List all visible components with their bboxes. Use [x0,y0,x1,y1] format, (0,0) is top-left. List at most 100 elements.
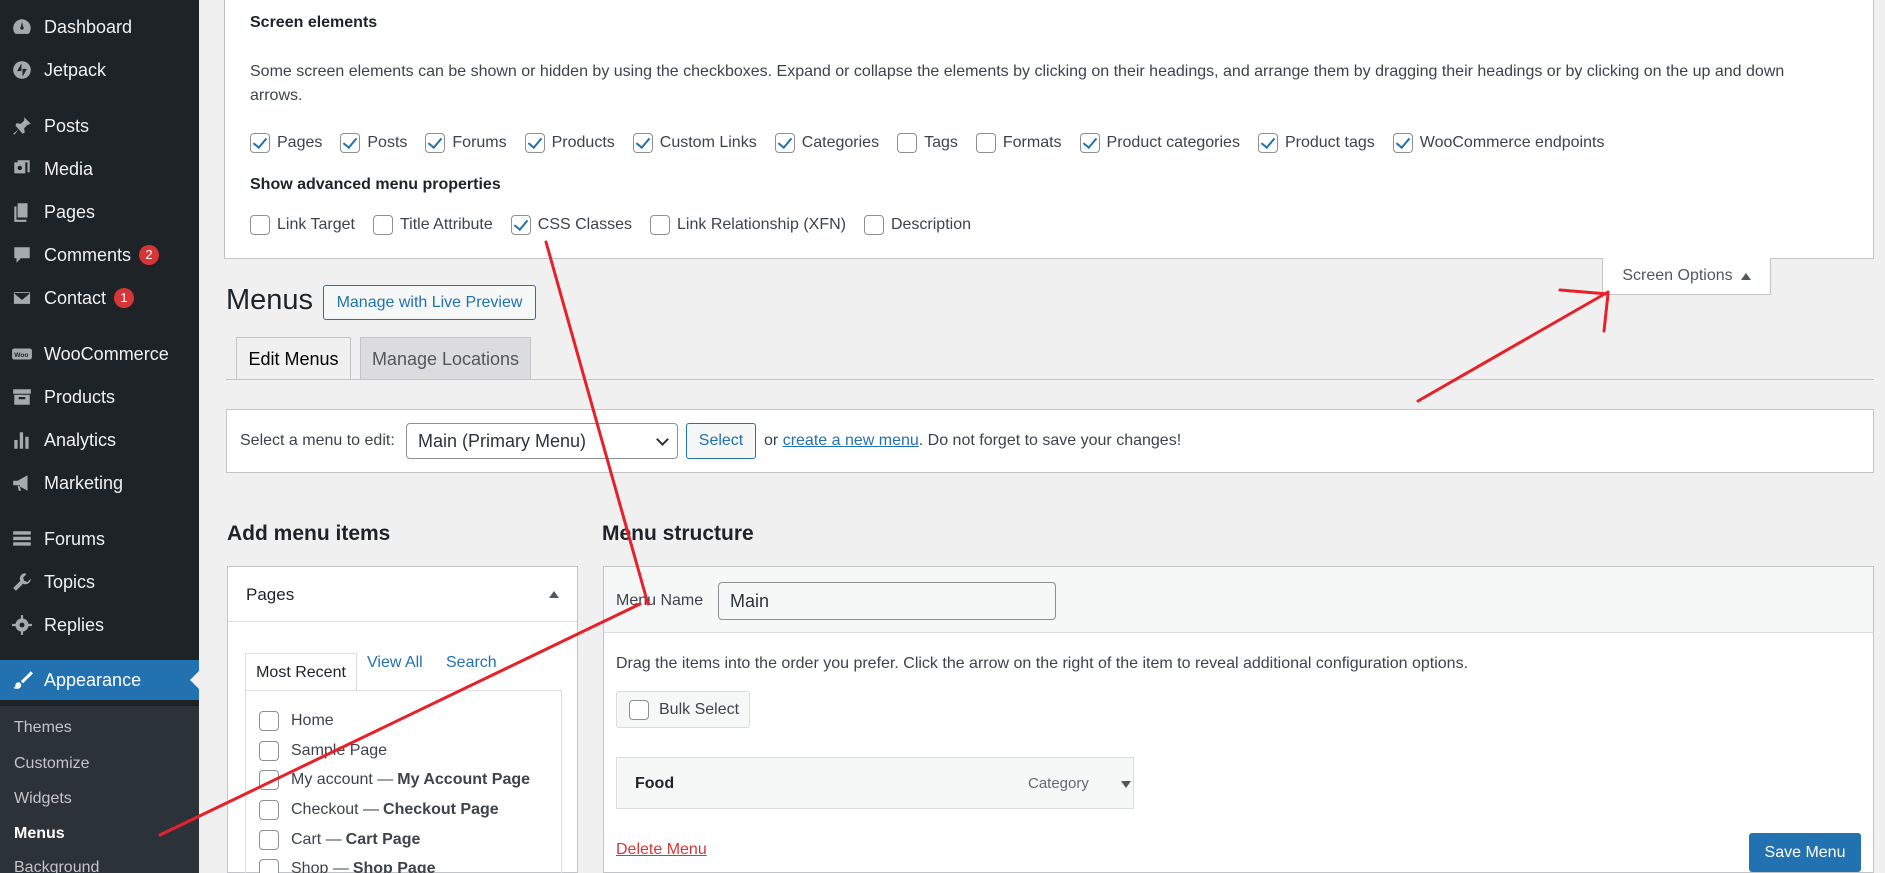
sidebar-item-dashboard[interactable]: Dashboard [0,8,199,46]
checkbox[interactable] [425,133,446,153]
tab-most-recent[interactable]: Most Recent [245,653,357,691]
toggle-tags[interactable]: Tags [897,133,958,153]
checkbox[interactable] [250,215,270,235]
toggle-products[interactable]: Products [524,133,615,153]
submenu-item-menus[interactable]: Menus [14,825,65,843]
sidebar-item-jetpack[interactable]: Jetpack [0,51,199,89]
menu-structure-help: Drag the items into the order you prefer… [616,655,1469,672]
menu-item-food[interactable]: Food Category [616,757,1134,809]
sidebar-item-replies[interactable]: Replies [0,606,199,644]
sidebar-item-label: Marketing [44,472,124,493]
checkbox[interactable] [863,215,884,235]
checkbox[interactable] [259,741,279,761]
checkbox[interactable] [774,133,795,153]
checkbox[interactable] [340,133,361,153]
checkbox[interactable] [1257,133,1278,153]
sidebar-item-contact[interactable]: Contact 1 [0,279,199,317]
screen-options-panel: Screen elements Some screen elements can… [224,0,1874,259]
checkbox[interactable] [259,711,279,731]
sidebar-item-forums[interactable]: Forums [0,520,199,558]
submenu-item-themes[interactable]: Themes [14,719,72,737]
contact-count-badge: 1 [114,288,135,308]
toggle-formats[interactable]: Formats [975,133,1062,153]
toggle-css-classes[interactable]: CSS Classes [510,215,632,235]
screen-options-label: Screen Options [1622,267,1733,284]
menu-select-dropdown[interactable]: Main (Primary Menu) [406,423,678,459]
caret-down-icon[interactable] [1121,781,1131,788]
comment-icon [0,244,44,266]
select-button[interactable]: Select [686,423,756,459]
toggle-categories[interactable]: Categories [774,133,879,153]
menu-name-bar: Menu Name Main [604,567,1873,633]
tab-view-all[interactable]: View All [367,654,423,672]
submenu-item-customize[interactable]: Customize [14,755,90,773]
submenu-item-widgets[interactable]: Widgets [14,790,72,808]
sidebar-item-appearance[interactable]: Appearance [0,660,199,700]
toggle-product-tags[interactable]: Product tags [1257,133,1375,153]
checkbox[interactable] [259,770,279,790]
checkbox[interactable] [975,133,996,153]
page-title: Menus [226,284,314,316]
sidebar-item-label: Dashboard [44,16,133,37]
tab-search[interactable]: Search [446,654,497,672]
pages-box-header[interactable]: Pages [228,567,577,622]
toggle-pages[interactable]: Pages [250,133,322,153]
toggle-posts[interactable]: Posts [340,133,407,153]
create-new-menu-link[interactable]: create a new menu [783,432,919,449]
save-menu-button[interactable]: Save Menu [1749,833,1861,872]
bulk-select-toggle[interactable]: Bulk Select [616,691,750,728]
sidebar-item-label: Contact [44,287,107,308]
checkbox[interactable] [897,133,918,153]
delete-menu-link[interactable]: Delete Menu [616,841,707,859]
advanced-properties-heading: Show advanced menu properties [250,176,501,193]
submenu-item-background[interactable]: Background [14,859,99,873]
list-item[interactable]: Sample Page [259,741,387,761]
toggle-link-relationship[interactable]: Link Relationship (XFN) [650,215,846,235]
checkbox[interactable] [259,830,279,850]
sidebar-item-media[interactable]: Media [0,150,199,188]
screen-options-button[interactable]: Screen Options [1602,258,1771,295]
toggle-description[interactable]: Description [863,215,971,235]
toggle-title-attribute[interactable]: Title Attribute [372,215,493,235]
checkbox[interactable] [1392,133,1413,153]
checkbox[interactable] [632,133,653,153]
toggle-link-target[interactable]: Link Target [250,215,355,235]
list-item[interactable]: Cart — Cart Page [259,830,420,850]
list-item[interactable]: Checkout — Checkout Page [259,800,499,820]
checkbox[interactable] [250,133,270,153]
select-menu-help: or create a new menu. Do not forget to s… [764,432,1182,449]
list-item[interactable]: Shop — Shop Page [259,859,436,873]
tab-edit-menus[interactable]: Edit Menus [236,337,351,380]
sidebar-item-woocommerce[interactable]: Woo WooCommerce [0,335,199,373]
list-item[interactable]: My account — My Account Page [259,770,530,790]
list-item[interactable]: Home [259,711,334,731]
checkbox[interactable] [259,800,279,820]
toggle-custom-links[interactable]: Custom Links [632,133,757,153]
add-menu-items-heading: Add menu items [227,522,391,545]
menu-structure-heading: Menu structure [602,522,754,545]
sidebar-item-analytics[interactable]: Analytics [0,421,199,459]
arrow-up-icon[interactable] [549,591,559,598]
sidebar-item-marketing[interactable]: Marketing [0,464,199,502]
toggle-forums[interactable]: Forums [425,133,507,153]
screen-elements-description: Some screen elements can be shown or hid… [250,63,1785,104]
toggle-product-categories[interactable]: Product categories [1079,133,1240,153]
sidebar-item-posts[interactable]: Posts [0,107,199,145]
menu-name-input[interactable]: Main [718,582,1056,620]
checkbox[interactable] [372,215,393,235]
sidebar-item-pages[interactable]: Pages [0,193,199,231]
tab-manage-locations[interactable]: Manage Locations [360,337,531,380]
checkbox[interactable] [524,133,545,153]
checkbox[interactable] [510,215,531,235]
toggle-woocommerce-endpoints[interactable]: WooCommerce endpoints [1392,133,1604,153]
checkbox[interactable] [1079,133,1100,153]
sidebar-item-topics[interactable]: Topics [0,563,199,601]
checkbox[interactable] [650,215,671,235]
dashboard-icon [0,16,44,38]
checkbox[interactable] [259,859,279,873]
sidebar-item-comments[interactable]: Comments 2 [0,236,199,274]
meta-box-toggles: Pages Posts Forums Products Custom Links… [250,133,1622,153]
sidebar-item-products[interactable]: Products [0,378,199,416]
checkbox[interactable] [629,699,649,720]
live-preview-button[interactable]: Manage with Live Preview [323,285,536,320]
